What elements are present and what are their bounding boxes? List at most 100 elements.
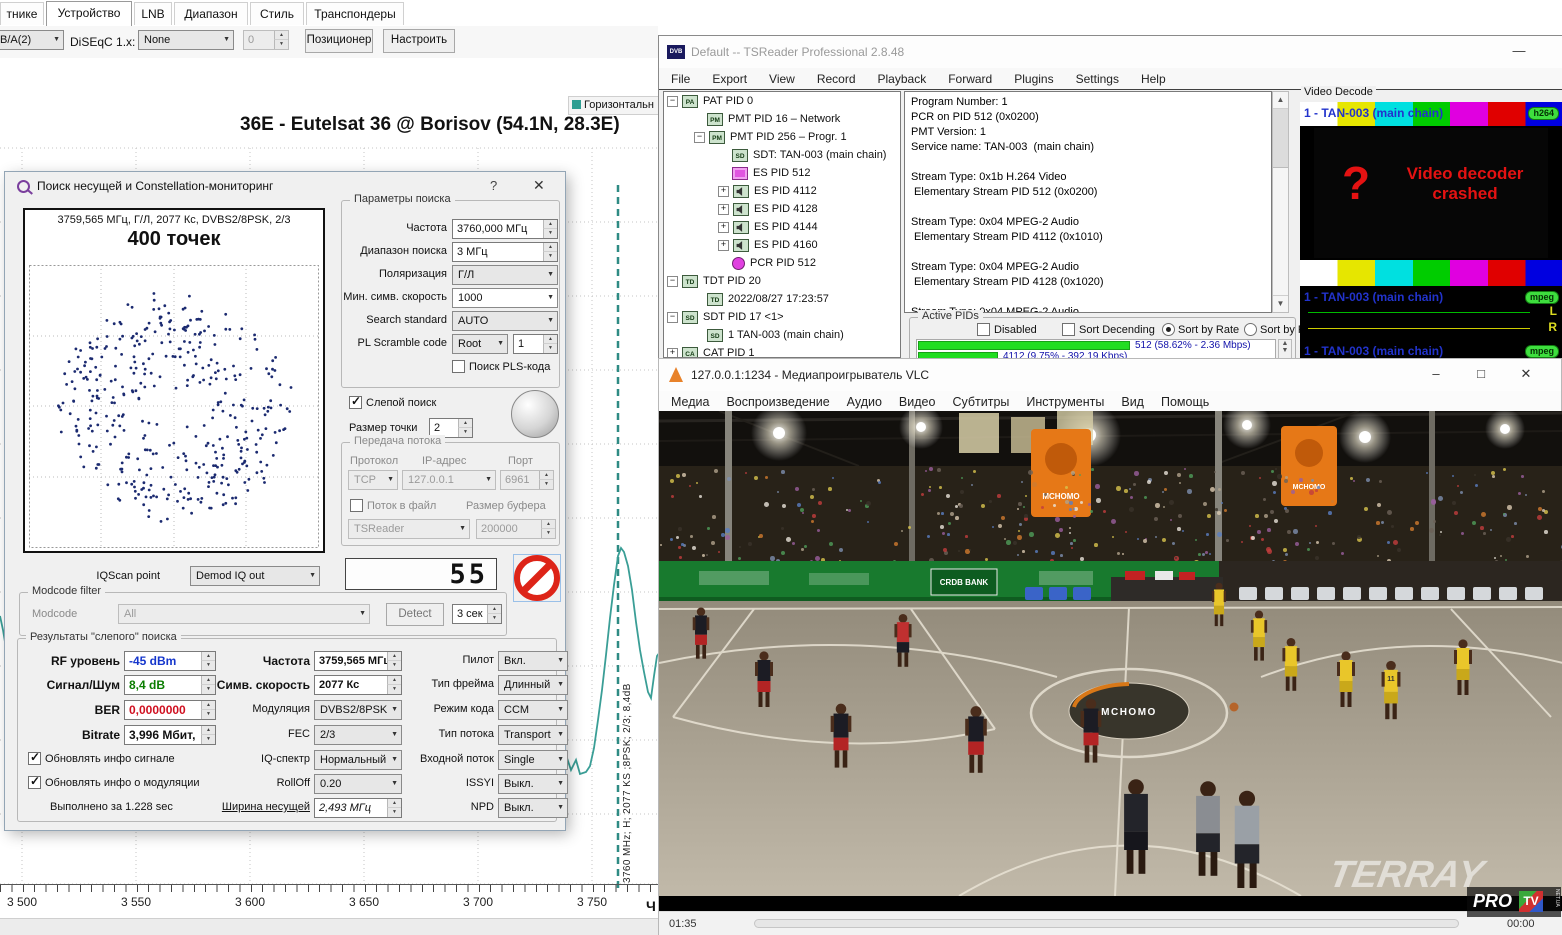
- minimize-button[interactable]: –: [1421, 366, 1451, 381]
- menu-item[interactable]: Record: [817, 72, 856, 86]
- result-frequency-value[interactable]: 3759,565 МГц: [314, 651, 402, 671]
- collapse-icon[interactable]: −: [694, 132, 705, 143]
- tree-item[interactable]: PMPMT PID 16 – Network: [664, 110, 900, 128]
- close-button[interactable]: ✕: [1511, 366, 1541, 382]
- menu-item[interactable]: Help: [1141, 72, 1166, 86]
- pid-rate-list[interactable]: 512 (58.62% - 2.36 Mbps) 4112 (9.75% - 3…: [916, 339, 1276, 360]
- vlc-titlebar[interactable]: 127.0.0.1:1234 - Медиапроигрыватель VLC …: [659, 359, 1561, 391]
- tree-item[interactable]: + ES PID 4128: [664, 200, 900, 218]
- sort-by-rate-radio[interactable]: [1162, 323, 1175, 336]
- tree-item-label[interactable]: 2022/08/27 17:23:57: [728, 293, 829, 305]
- diseqc-combo[interactable]: None: [138, 30, 234, 50]
- collapse-icon[interactable]: −: [667, 96, 678, 107]
- menu-item[interactable]: Субтитры: [952, 395, 1009, 409]
- tree-item-label[interactable]: ES PID 4128: [754, 203, 818, 215]
- carrier-width-spinner[interactable]: 2,493 МГц: [314, 798, 402, 818]
- npd-dropdown[interactable]: Выкл.: [498, 798, 568, 818]
- iq-spectrum-dropdown[interactable]: Нормальный: [314, 750, 402, 770]
- tab-range[interactable]: Диапазон: [174, 2, 248, 25]
- tree-item[interactable]: −PMPMT PID 256 – Progr. 1: [664, 128, 900, 146]
- tree-item[interactable]: −PAPAT PID 0: [664, 92, 900, 110]
- tree-item[interactable]: ES PID 512: [664, 164, 900, 182]
- pls-value-spinner[interactable]: 1: [513, 334, 558, 354]
- symbolrate-value[interactable]: 2077 Кс: [314, 675, 402, 695]
- rolloff-dropdown[interactable]: 0.20: [314, 774, 402, 794]
- expand-icon[interactable]: +: [667, 348, 678, 359]
- ber-value[interactable]: 0,0000000: [124, 700, 216, 720]
- frequency-spinner[interactable]: 3760,000 МГц: [452, 219, 558, 239]
- tab-style[interactable]: Стиль: [250, 2, 304, 25]
- tree-item-label[interactable]: PMT PID 16 – Network: [728, 113, 840, 125]
- modulation-dropdown[interactable]: DVBS2/8PSK: [314, 700, 402, 720]
- stop-button[interactable]: [513, 554, 561, 602]
- close-button[interactable]: ✕: [533, 177, 545, 194]
- tree-item[interactable]: +ES PID 4144: [664, 218, 900, 236]
- bitrate-value[interactable]: 3,996 Мбит,: [124, 725, 216, 745]
- tree-item-label[interactable]: PMT PID 256 – Progr. 1: [730, 131, 847, 143]
- pid-tree-pane[interactable]: −PAPAT PID 0 PMPMT PID 16 – Network −PMP…: [663, 91, 901, 358]
- protocol-dropdown[interactable]: TCP: [348, 470, 398, 490]
- minimize-button[interactable]: —: [1504, 43, 1534, 58]
- pls-root-dropdown[interactable]: Root: [452, 334, 508, 354]
- maximize-button[interactable]: □: [1466, 366, 1496, 381]
- video-area[interactable]: MCHOMO MCHOMO CRDB BANK: [659, 411, 1562, 896]
- tree-item-label[interactable]: SDT PID 17 <1>: [703, 311, 784, 323]
- tree-item[interactable]: +CACAT PID 1: [664, 344, 900, 358]
- reader-dropdown[interactable]: TSReader: [348, 519, 470, 539]
- menu-item[interactable]: Аудио: [847, 395, 882, 409]
- tab-device[interactable]: Устройство: [46, 1, 132, 26]
- iqscan-dropdown[interactable]: Demod IQ out: [190, 566, 320, 586]
- pilot-dropdown[interactable]: Вкл.: [498, 651, 568, 671]
- tsreader-titlebar[interactable]: DVB Default -- TSReader Professional 2.8…: [659, 36, 1562, 68]
- min-symbolrate-combo[interactable]: 1000: [452, 288, 558, 308]
- tree-item[interactable]: SD1 TAN-003 (main chain): [664, 326, 900, 344]
- issyi-dropdown[interactable]: Выкл.: [498, 774, 568, 794]
- search-range-spinner[interactable]: 3 МГц: [452, 242, 558, 262]
- tree-item-label[interactable]: CAT PID 1: [703, 347, 755, 358]
- tree-item-label[interactable]: PCR PID 512: [750, 257, 816, 269]
- tab-lnb[interactable]: LNB: [134, 2, 172, 25]
- menu-item[interactable]: Инструменты: [1026, 395, 1104, 409]
- snr-value[interactable]: 8,4 dB: [124, 675, 216, 695]
- dialog-titlebar[interactable]: Поиск несущей и Constellation-мониторинг…: [5, 172, 565, 202]
- scroll-down-icon[interactable]: ▼: [1273, 295, 1288, 312]
- tree-item[interactable]: −SDSDT PID 17 <1>: [664, 308, 900, 326]
- pid-list-scrollbar[interactable]: ▲▼: [1278, 339, 1292, 360]
- stream-type-dropdown[interactable]: Transport: [498, 725, 568, 745]
- expand-icon[interactable]: +: [718, 204, 729, 215]
- info-scrollbar[interactable]: ▲ ▼: [1272, 91, 1289, 313]
- menu-item[interactable]: Plugins: [1014, 72, 1053, 86]
- code-mode-dropdown[interactable]: CCM: [498, 700, 568, 720]
- tab-transponders[interactable]: Транспондеры: [306, 2, 404, 25]
- tree-item-label[interactable]: ES PID 512: [753, 167, 810, 179]
- sort-by-pid-radio[interactable]: [1244, 323, 1257, 336]
- ip-dropdown[interactable]: 127.0.0.1: [402, 470, 496, 490]
- program-info-pane[interactable]: Program Number: 1PCR on PID 512 (0x0200)…: [904, 91, 1272, 313]
- menu-item[interactable]: Видео: [899, 395, 936, 409]
- input-stream-dropdown[interactable]: Single: [498, 750, 568, 770]
- seek-slider[interactable]: [754, 919, 1459, 928]
- stream-to-file-checkbox[interactable]: [350, 499, 363, 512]
- tree-item[interactable]: PCR PID 512: [664, 254, 900, 272]
- blind-search-checkbox[interactable]: [349, 396, 362, 409]
- buffer-size-spinner[interactable]: 200000: [476, 519, 556, 539]
- tree-item-label[interactable]: ES PID 4112: [754, 185, 817, 197]
- port-spinner[interactable]: 6961: [500, 470, 554, 490]
- menu-item[interactable]: Медиа: [671, 395, 709, 409]
- setup-button[interactable]: Настроить: [383, 29, 455, 53]
- scroll-up-icon[interactable]: ▲: [1273, 92, 1288, 109]
- tree-item[interactable]: TD2022/08/27 17:23:57: [664, 290, 900, 308]
- expand-icon[interactable]: +: [718, 240, 729, 251]
- tab-satellite-partial[interactable]: тнике: [0, 2, 44, 25]
- tree-item-label[interactable]: ES PID 4144: [754, 221, 818, 233]
- tree-item[interactable]: +ES PID 4160: [664, 236, 900, 254]
- collapse-icon[interactable]: −: [667, 312, 678, 323]
- tree-item-label[interactable]: SDT: TAN-003 (main chain): [753, 149, 886, 161]
- positioner-button[interactable]: Позиционер: [305, 29, 373, 53]
- carrier-width-label[interactable]: Ширина несущей: [214, 801, 310, 813]
- update-modulation-checkbox[interactable]: [28, 776, 41, 789]
- tree-item-label[interactable]: PAT PID 0: [703, 95, 753, 107]
- tree-item[interactable]: +ES PID 4112: [664, 182, 900, 200]
- collapse-icon[interactable]: −: [667, 276, 678, 287]
- menu-item[interactable]: Export: [712, 72, 747, 86]
